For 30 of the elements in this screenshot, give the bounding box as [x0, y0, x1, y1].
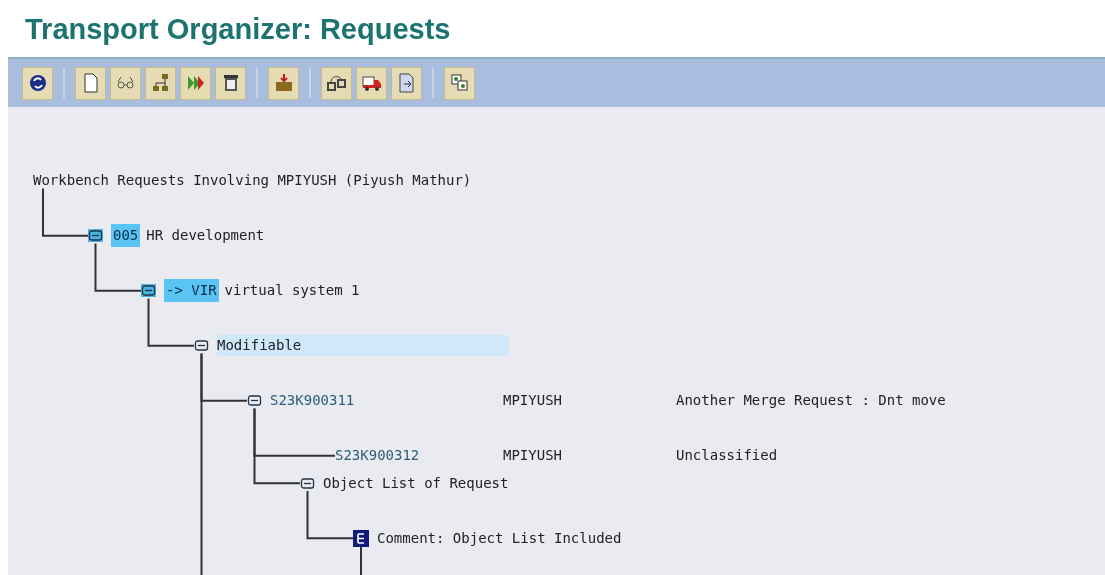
toolbar-button[interactable] — [321, 66, 352, 100]
folder-icon — [247, 394, 262, 408]
toolbar-button[interactable] — [22, 66, 53, 100]
copy-nodes-icon — [448, 72, 471, 94]
owner-name: MPIYUSH — [503, 446, 563, 466]
comment-icon — [353, 529, 369, 547]
toolbar-button[interactable] — [215, 66, 246, 100]
page-title: Transport Organizer: Requests — [24, 12, 452, 47]
owner-name: MPIYUSH — [503, 391, 563, 411]
request-id: S23K900312 — [335, 446, 421, 466]
tree-connector — [147, 297, 195, 347]
node-key: -> VIR — [164, 279, 219, 303]
request-description: Another Merge Request : Dnt move — [676, 391, 946, 411]
toolbar-button[interactable] — [356, 66, 387, 100]
request-description: Unclassified — [676, 446, 778, 466]
node-key: 005 — [111, 224, 141, 248]
tree-connector — [42, 187, 89, 237]
request-id: S23K900311 — [270, 391, 356, 411]
node-label: HR development — [146, 226, 265, 246]
node-label: Comment: Object List Included — [377, 528, 622, 548]
folder-icon — [88, 229, 103, 243]
node-label: Modifiable — [217, 335, 510, 357]
folder-icon — [141, 284, 156, 298]
node-label: virtual system 1 — [224, 281, 360, 301]
folder-icon — [194, 339, 209, 353]
tree-connector — [94, 242, 142, 292]
folder-icon — [300, 476, 315, 490]
tree-connector — [306, 490, 354, 540]
tree-heading: Workbench Requests Involving MPIYUSH (Piyush Mathur) — [33, 171, 472, 191]
node-label: Object List of Request — [323, 473, 509, 493]
